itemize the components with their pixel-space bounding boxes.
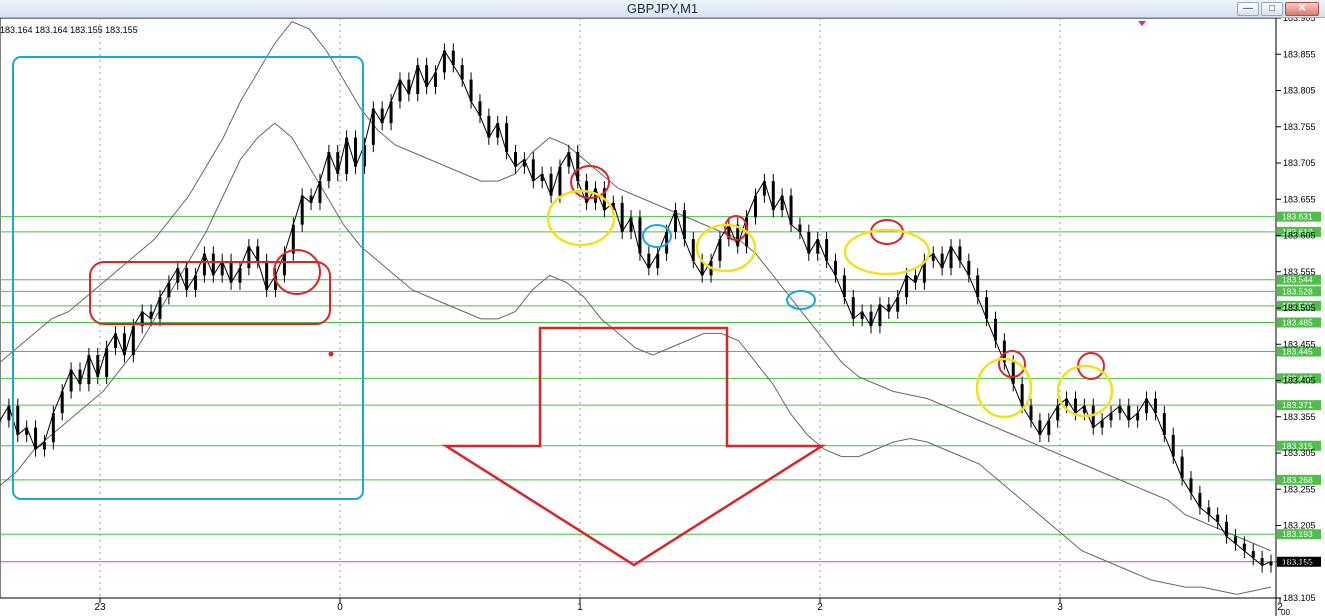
horizontal-level-label: 183.193	[1282, 529, 1313, 539]
price-axis-label: 183.755	[1283, 122, 1316, 132]
minimize-button[interactable]: —	[1237, 2, 1259, 16]
time-axis-label: 1	[577, 602, 583, 613]
price-axis-label: 183.405	[1283, 376, 1316, 386]
horizontal-level-label: 183.631	[1282, 212, 1313, 222]
price-axis-label: 183.905	[1283, 18, 1316, 23]
candle-body	[0, 420, 2, 422]
time-axis-label: 2	[817, 602, 823, 613]
trading-chart-window: GBPJPY,M1 — □ ✕ 183.164 183.164 183.155 …	[0, 0, 1325, 616]
red-point-marker	[328, 351, 334, 357]
price-axis-label: 183.505	[1283, 303, 1316, 313]
price-axis-label: 183.105	[1283, 593, 1316, 603]
close-button[interactable]: ✕	[1285, 2, 1319, 16]
price-axis-label: 183.555	[1283, 267, 1316, 277]
price-axis-label: 183.855	[1283, 49, 1316, 59]
price-axis-label: 183.455	[1283, 339, 1316, 349]
chart-area[interactable]: 183.164 183.164 183.155 183.155 183.631 1…	[0, 18, 1325, 616]
horizontal-level-label: 183.485	[1282, 318, 1313, 328]
price-axis-label: 183.605	[1283, 231, 1316, 241]
price-axis-label: 183.255	[1283, 484, 1316, 494]
price-axis-label: 183.155	[1283, 557, 1316, 567]
price-axis-label: 183.655	[1283, 194, 1316, 204]
ohlc-readout: 183.164 183.164 183.155 183.155	[0, 25, 138, 35]
horizontal-level-label: 183.371	[1282, 400, 1313, 410]
time-axis-corner-label: 00	[1281, 608, 1290, 616]
price-axis-label: 183.805	[1283, 86, 1316, 96]
time-axis-label: 3	[1057, 602, 1063, 613]
time-axis-label: 23	[94, 602, 106, 613]
time-axis-label: 0	[337, 602, 343, 613]
price-axis-label: 183.205	[1283, 521, 1316, 531]
restore-button[interactable]: □	[1261, 2, 1283, 16]
chart-background	[0, 18, 1325, 616]
price-axis-label: 183.305	[1283, 448, 1316, 458]
horizontal-level-label: 183.528	[1282, 286, 1313, 296]
window-titlebar[interactable]: GBPJPY,M1 — □ ✕	[0, 0, 1325, 18]
window-controls: — □ ✕	[1237, 0, 1319, 18]
price-axis-label: 183.355	[1283, 412, 1316, 422]
price-axis-label: 183.705	[1283, 158, 1316, 168]
window-title: GBPJPY,M1	[626, 1, 699, 16]
price-chart[interactable]: 183.631183.610183.544183.528183.508183.4…	[0, 18, 1325, 616]
